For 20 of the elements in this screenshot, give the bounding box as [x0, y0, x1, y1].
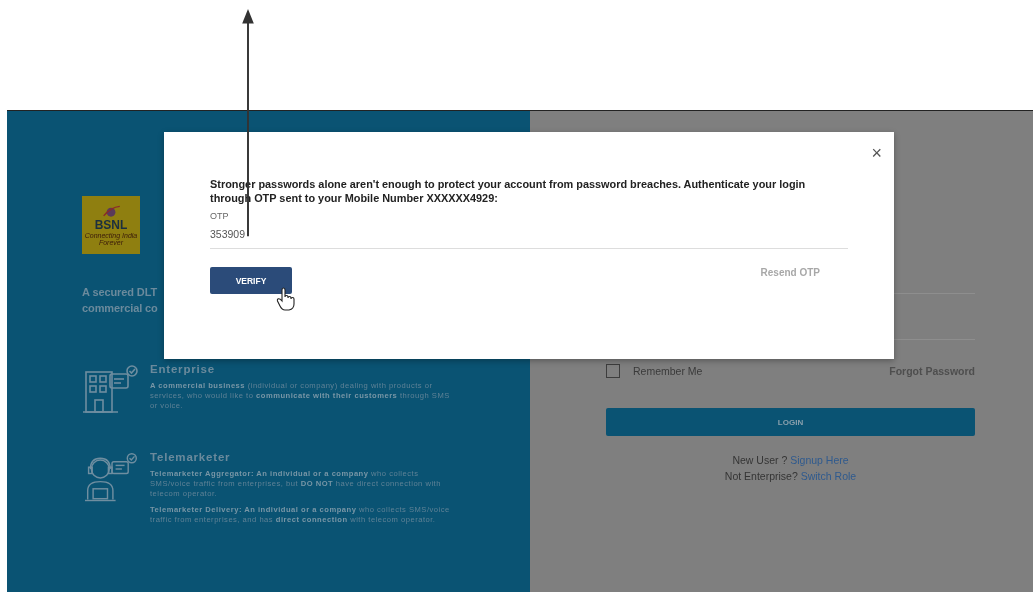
remember-label: Remember Me — [633, 365, 703, 377]
field-value: 353909 — [210, 228, 247, 240]
role-title: Enterprise — [150, 363, 215, 375]
login-button[interactable]: LOGIN — [606, 408, 975, 436]
checkbox[interactable] — [606, 364, 620, 378]
otp-field[interactable]: OTP 353909 — [210, 211, 848, 249]
verify-button[interactable]: VERIFY — [210, 267, 292, 294]
switch-prompt: Not Enterprise? — [724, 470, 798, 482]
role-title: Telemarketer — [150, 451, 231, 463]
field-label: OTP — [210, 211, 230, 221]
globe-icon — [100, 204, 122, 219]
intro-text: A secured DLT — [82, 285, 158, 300]
close-button[interactable]: × — [869, 144, 884, 162]
pointer-hand-icon — [276, 287, 296, 311]
signup-prompt: New User ? — [732, 454, 788, 466]
resend-otp-link[interactable]: Resend OTP — [760, 267, 820, 278]
logo-text: BSNL — [94, 219, 128, 232]
signup-link[interactable]: Signup Here — [790, 454, 849, 466]
switch-role-link[interactable]: Switch Role — [800, 470, 857, 482]
intro-text: commercial co — [82, 301, 158, 316]
